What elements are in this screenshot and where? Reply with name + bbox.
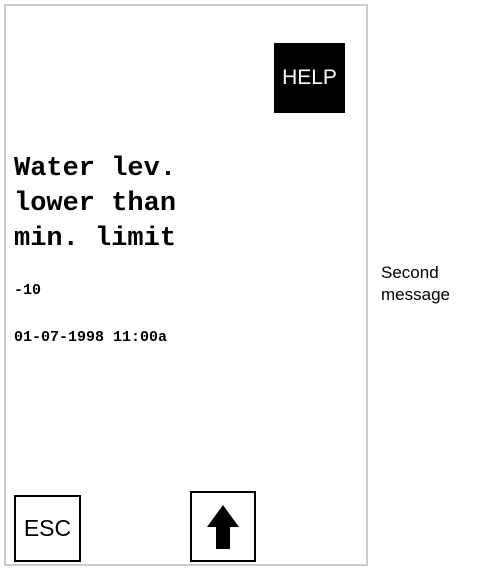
alarm-message-line-1: Water lev. (14, 154, 177, 184)
terminal-screen: HELP Water lev. lower than min. limit -1… (4, 4, 368, 566)
esc-button[interactable]: ESC (14, 495, 81, 562)
side-caption-line-1: Second (381, 263, 439, 282)
alarm-message-line-2: lower than (14, 189, 177, 219)
alarm-message: Water lev. lower than min. limit (14, 152, 176, 257)
alarm-message-line-3: min. limit (14, 224, 177, 254)
help-button-label: HELP (282, 66, 337, 89)
side-caption-line-2: message (381, 285, 450, 304)
alarm-timestamp: 01-07-1998 11:00a (14, 329, 168, 346)
scroll-up-button[interactable] (190, 491, 256, 562)
esc-button-label: ESC (23, 515, 72, 541)
alarm-value: -10 (14, 282, 42, 299)
help-button[interactable]: HELP (274, 43, 345, 113)
side-caption: Second message (381, 262, 450, 306)
up-arrow-icon (207, 504, 239, 549)
